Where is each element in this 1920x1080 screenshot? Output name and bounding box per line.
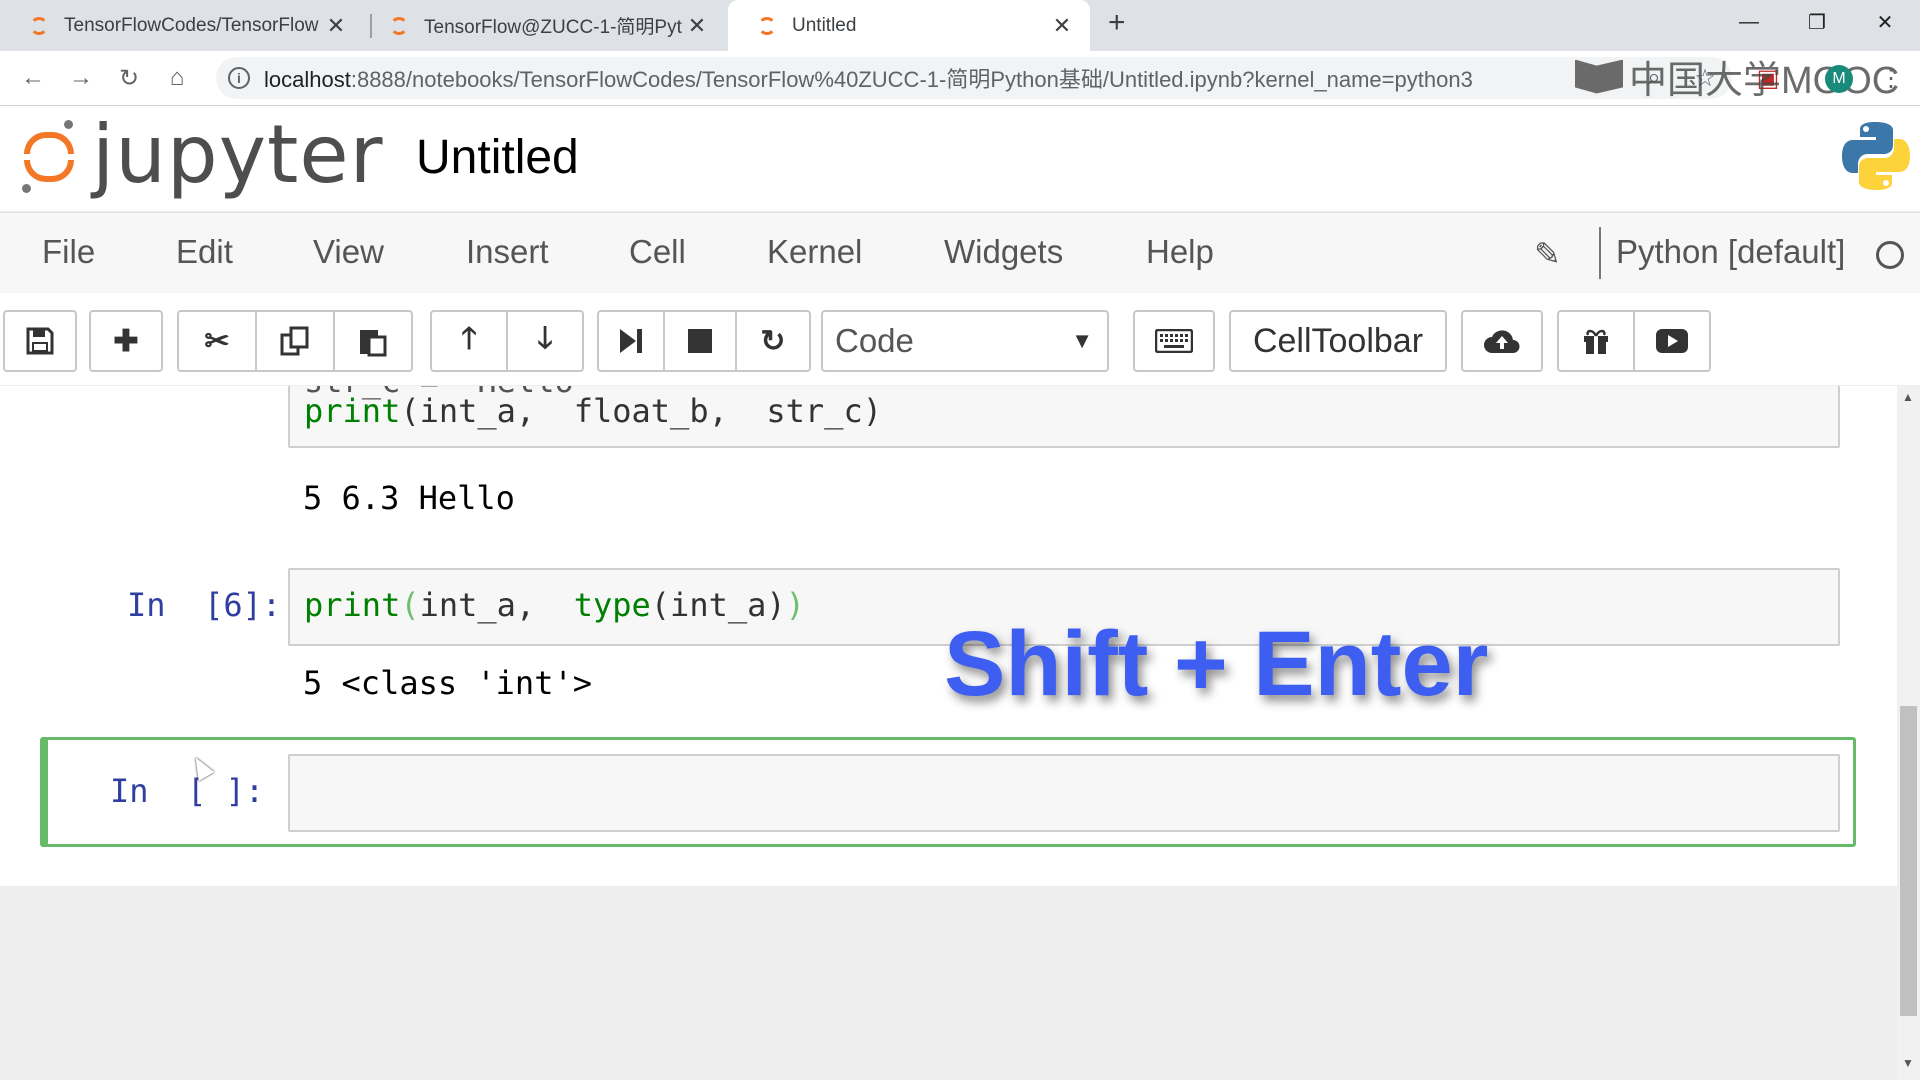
- url-field[interactable]: i localhost:8888/notebooks/TensorFlowCod…: [216, 57, 1732, 99]
- menu-view[interactable]: View: [313, 233, 384, 271]
- cell-type-value: Code: [835, 322, 914, 359]
- input-prompt: In [ ]:: [110, 772, 265, 810]
- menu-edit[interactable]: Edit: [176, 233, 233, 271]
- play-icon: [1656, 329, 1688, 353]
- window-close-icon[interactable]: ✕: [1850, 0, 1920, 44]
- gift-button[interactable]: [1557, 310, 1635, 372]
- caret-down-icon: ▼: [1071, 328, 1093, 353]
- browser-address-bar: ← → ↻ ⌂ i localhost:8888/notebooks/Tenso…: [0, 51, 1920, 106]
- close-icon[interactable]: ✕: [322, 13, 350, 39]
- jupyter-favicon-icon: [758, 16, 776, 35]
- tab-title: TensorFlowCodes/TensorFlow: [64, 14, 319, 36]
- jupyter-logo-icon[interactable]: [22, 120, 78, 193]
- back-icon[interactable]: ←: [16, 61, 50, 95]
- cut-button[interactable]: ✂: [177, 310, 257, 372]
- jupyter-favicon-icon: [30, 16, 48, 35]
- notebook-container: str_c = "Hello" print(int_a, float_b, st…: [0, 386, 1897, 886]
- browser-tab-2[interactable]: TensorFlow@ZUCC-1-简明Pyt ✕: [360, 0, 725, 51]
- browser-tab-3[interactable]: Untitled ✕: [728, 0, 1090, 51]
- paste-icon: [360, 330, 387, 357]
- scrollbar-thumb[interactable]: [1900, 706, 1917, 1016]
- input-prompt: In [6]:: [127, 586, 282, 624]
- close-icon[interactable]: ✕: [683, 13, 711, 39]
- jupyter-header: jupyter Untitled: [0, 106, 1920, 211]
- menu-help[interactable]: Help: [1146, 233, 1214, 271]
- avatar[interactable]: M: [1825, 65, 1853, 93]
- arrow-down-icon: 🡓: [537, 321, 553, 355]
- browser-tab-1[interactable]: TensorFlowCodes/TensorFlow ✕: [0, 0, 364, 51]
- stop-icon: [688, 329, 712, 353]
- code-cell-input[interactable]: str_c = "Hello" print(int_a, float_b, st…: [288, 386, 1840, 448]
- forward-icon[interactable]: →: [64, 61, 98, 95]
- menu-file[interactable]: File: [42, 233, 95, 271]
- save-icon: [26, 327, 54, 355]
- menu-bar: File Edit View Insert Cell Kernel Widget…: [0, 212, 1920, 294]
- scissors-icon: ✂: [204, 324, 230, 358]
- menu-cell[interactable]: Cell: [629, 233, 686, 271]
- divider: [1599, 227, 1601, 279]
- notebook-background: [0, 886, 1897, 1080]
- copy-icon: [280, 326, 309, 356]
- mooc-logo-icon: [1575, 59, 1623, 94]
- gift-icon: [1584, 329, 1608, 354]
- shortcut-overlay-text: Shift + Enter: [944, 613, 1489, 715]
- refresh-icon: ↻: [760, 324, 786, 358]
- jupyter-favicon-icon: [390, 16, 408, 35]
- info-icon[interactable]: i: [228, 67, 250, 89]
- jupyter-wordmark[interactable]: jupyter: [92, 108, 384, 201]
- scroll-down-icon[interactable]: ▼: [1902, 1056, 1914, 1070]
- edit-mode-pencil-icon: ✎: [1534, 236, 1561, 272]
- code-line: print(int_a, float_b, str_c): [304, 392, 882, 430]
- more-icon[interactable]: ⋮: [1878, 65, 1904, 92]
- restore-icon[interactable]: ❐: [1782, 0, 1852, 44]
- cell-type-select[interactable]: Code ▼: [821, 310, 1109, 372]
- restart-button[interactable]: ↻: [735, 310, 811, 372]
- celltoolbar-button[interactable]: CellToolbar: [1229, 310, 1447, 372]
- keyboard-icon: [1155, 329, 1193, 353]
- copy-button[interactable]: [255, 310, 335, 372]
- code-cell-input[interactable]: [288, 754, 1840, 832]
- menu-insert[interactable]: Insert: [466, 233, 549, 271]
- save-button[interactable]: [3, 310, 77, 372]
- python-logo-icon: [1842, 122, 1910, 190]
- arrow-up-icon: 🡑: [461, 321, 477, 355]
- close-icon[interactable]: ✕: [1048, 13, 1076, 39]
- url-text: localhost:8888/notebooks/TensorFlowCodes…: [264, 67, 1473, 92]
- kernel-name[interactable]: Python [default]: [1616, 233, 1845, 271]
- cell-output: 5 <class 'int'>: [303, 664, 592, 702]
- move-down-button[interactable]: 🡓: [506, 310, 584, 372]
- code-line: print(int_a, type(int_a)): [304, 586, 805, 624]
- scroll-up-icon[interactable]: ▲: [1902, 390, 1914, 404]
- vertical-scrollbar[interactable]: ▲ ▼: [1897, 386, 1920, 1080]
- tab-title: TensorFlow@ZUCC-1-简明Pyt: [424, 17, 682, 38]
- minimize-icon[interactable]: —: [1714, 0, 1784, 44]
- interrupt-button[interactable]: [663, 310, 737, 372]
- menu-kernel[interactable]: Kernel: [767, 233, 862, 271]
- new-tab-icon[interactable]: +: [1108, 6, 1126, 40]
- menu-widgets[interactable]: Widgets: [944, 233, 1063, 271]
- home-icon[interactable]: ⌂: [160, 61, 194, 95]
- plus-icon: ✚: [113, 324, 139, 358]
- run-button[interactable]: [597, 310, 665, 372]
- paste-button[interactable]: [333, 310, 413, 372]
- kernel-idle-indicator-icon: [1876, 241, 1904, 269]
- notebook-title[interactable]: Untitled: [416, 130, 579, 185]
- notebook-toolbar: ✚ ✂ 🡑 🡓 ↻ Code ▼ CellToolbar: [0, 293, 1920, 385]
- upload-button[interactable]: [1461, 310, 1543, 372]
- reload-icon[interactable]: ↻: [112, 61, 146, 95]
- present-button[interactable]: [1633, 310, 1711, 372]
- move-up-button[interactable]: 🡑: [430, 310, 508, 372]
- tab-title: Untitled: [792, 14, 857, 36]
- step-forward-icon: [620, 329, 642, 353]
- browser-tab-bar: TensorFlowCodes/TensorFlow ✕ TensorFlow@…: [0, 0, 1920, 51]
- command-palette-button[interactable]: [1133, 310, 1215, 372]
- cloud-upload-icon: [1484, 330, 1520, 353]
- insert-cell-button[interactable]: ✚: [89, 310, 163, 372]
- cell-output: 5 6.3 Hello: [303, 479, 515, 517]
